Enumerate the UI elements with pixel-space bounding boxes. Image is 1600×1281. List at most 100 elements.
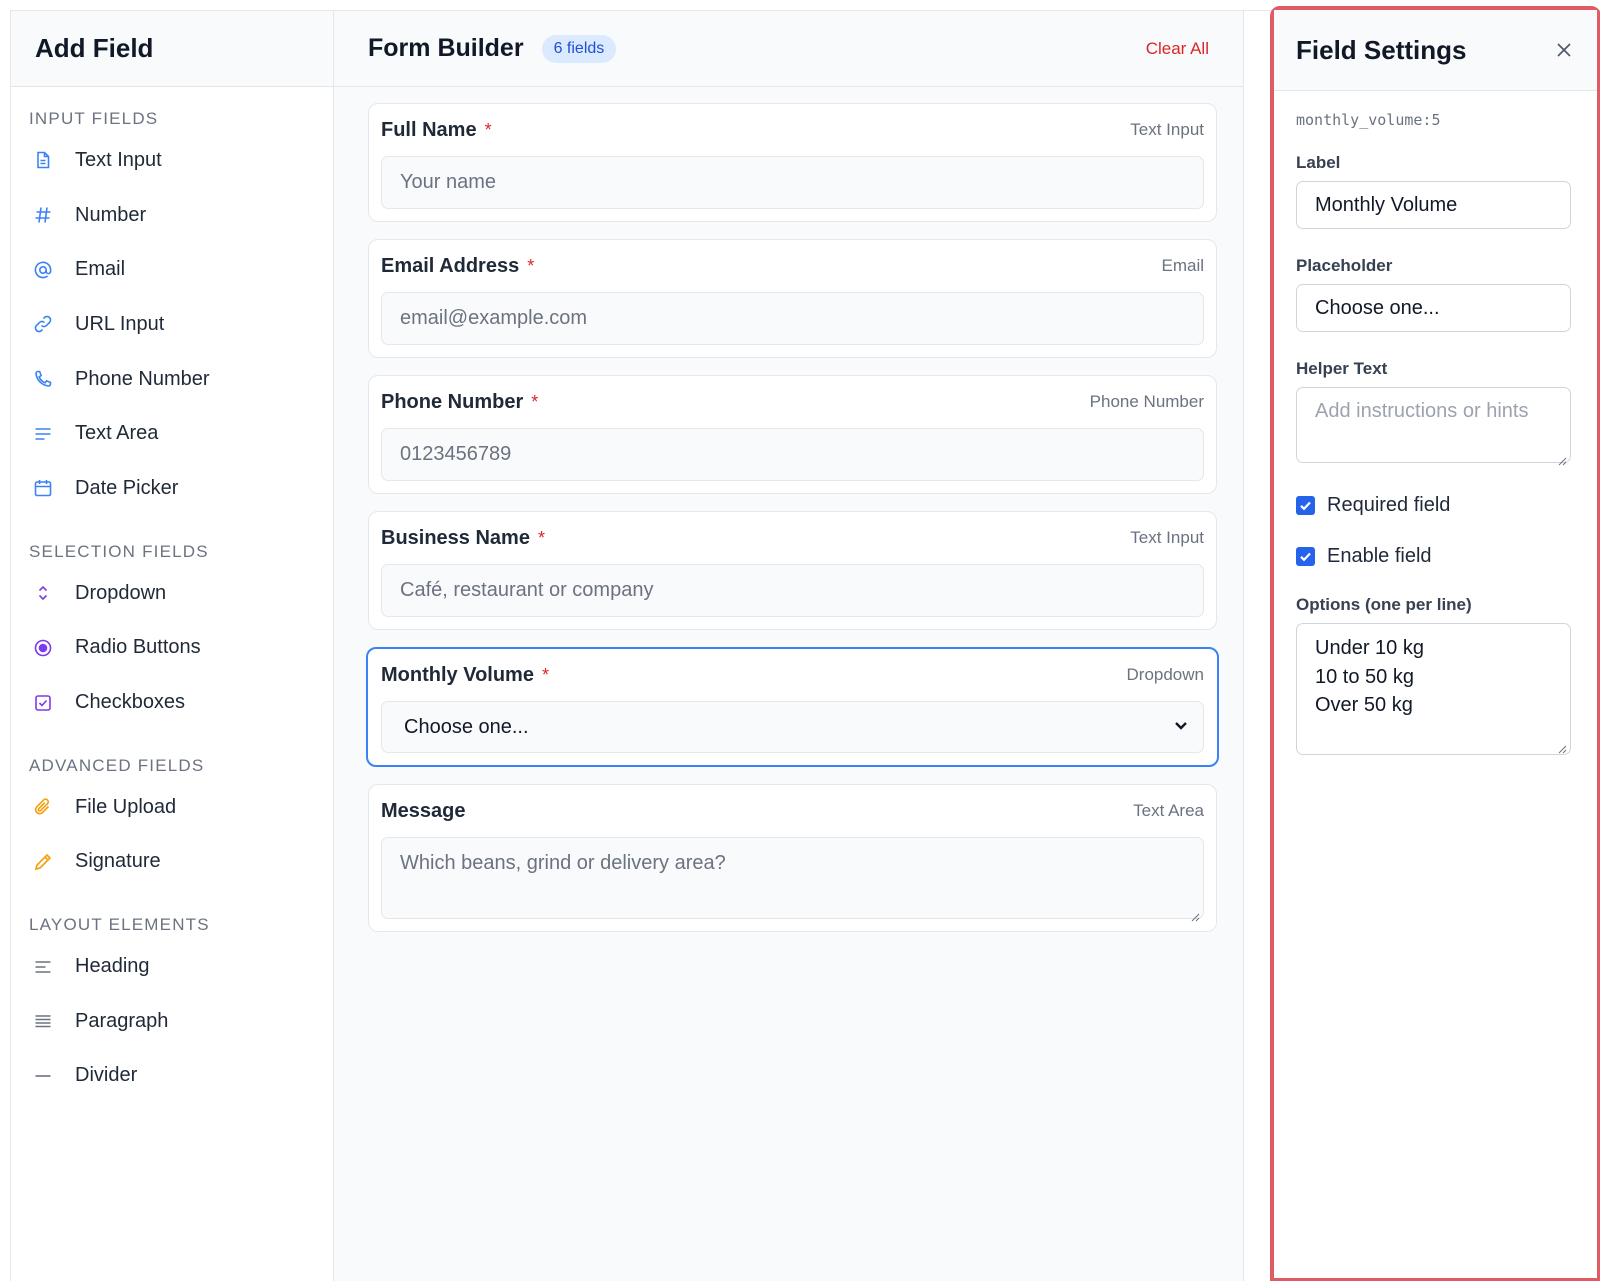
sidebar-item-phone-number[interactable]: Phone Number [11,352,333,407]
sidebar-item-number[interactable]: Number [11,188,333,243]
placeholder-setting-title: Placeholder [1296,256,1393,275]
enable-checkbox[interactable] [1296,546,1315,566]
paperclip-icon [33,797,53,817]
label-setting-title: Label [1296,153,1341,172]
textarea-placeholder: Which beans, grind or delivery area? [400,852,726,874]
section-title-advanced-fields: ADVANCED FIELDS [29,755,205,775]
sidebar-item-label: URL Input [75,312,165,335]
helper-setting-title: Helper Text [1296,359,1388,378]
helper-placeholder: Add instructions or hints [1315,400,1529,422]
enable-checkbox-row[interactable]: Enable field [1296,544,1571,568]
field-label: Message [381,799,466,822]
sidebar-item-email[interactable]: Email [11,242,333,297]
required-marker: * [537,527,545,548]
paragraph-icon [33,1011,53,1031]
sidebar-item-label: Number [75,203,147,226]
sidebar-item-checkboxes[interactable]: Checkboxes [11,675,333,730]
sidebar-item-dropdown[interactable]: Dropdown [11,566,333,621]
form-field-card-monthly-volume[interactable]: Monthly Volume * Dropdown Choose one... [366,647,1219,767]
section-title-selection-fields: SELECTION FIELDS [29,541,209,561]
field-type: Text Area [1133,801,1204,820]
field-preview-input: 0123456789 [381,428,1204,481]
sidebar-item-signature[interactable]: Signature [11,835,333,890]
field-type: Phone Number [1089,392,1204,411]
field-label: Phone Number [381,390,524,413]
option-line: Over 50 kg [1315,694,1413,716]
page-title: Form Builder [368,34,524,62]
divider-icon [33,1066,53,1086]
sidebar-item-label: Radio Buttons [75,636,201,659]
sidebar-item-heading[interactable]: Heading [11,939,333,994]
options-setting-title: Options (one per line) [1296,595,1472,614]
field-preview-input: Your name [381,156,1204,209]
sidebar-title: Add Field [35,33,154,63]
placeholder-input[interactable]: Choose one... [1296,284,1571,332]
phone-icon [33,369,53,389]
field-label: Email Address [381,254,520,277]
field-preview-textarea: Which beans, grind or delivery area? [381,837,1204,922]
settings-header: Field Settings [1274,10,1597,91]
field-type: Text Input [1130,528,1204,547]
builder-header: Form Builder 6 fields Clear All [334,11,1243,87]
pencil-icon [33,852,53,872]
option-line: 10 to 50 kg [1315,665,1414,688]
sidebar-item-radio-buttons[interactable]: Radio Buttons [11,621,333,676]
at-icon [33,260,53,280]
heading-icon [33,957,53,977]
form-field-card-full-name[interactable]: Full Name * Text Input Your name [368,103,1217,222]
sidebar-item-label: Paragraph [75,1009,169,1032]
settings-title: Field Settings [1296,34,1467,65]
sidebar-item-url-input[interactable]: URL Input [11,297,333,352]
label-input[interactable]: Monthly Volume [1296,181,1571,229]
options-textarea[interactable]: Under 10 kg 10 to 50 kg Over 50 kg [1296,623,1571,755]
sidebar-item-paragraph[interactable]: Paragraph [11,994,333,1049]
checkbox-icon [33,693,53,713]
form-field-list: Full Name * Text Input Your name Email Ad… [334,87,1243,949]
field-count-badge: 6 fields [541,34,617,63]
resize-handle-icon[interactable] [1190,905,1200,922]
enable-label: Enable field [1327,544,1432,567]
sidebar-item-label: Email [75,258,126,281]
required-marker: * [484,119,492,140]
required-marker: * [541,664,549,685]
sidebar-item-label: Date Picker [75,476,179,499]
option-line: Under 10 kg [1315,637,1424,659]
form-field-card-business-name[interactable]: Business Name * Text Input Café, restaura… [368,511,1217,630]
document-icon [33,150,53,170]
sidebar-item-label: Divider [75,1064,138,1087]
calendar-icon [33,478,53,498]
field-preview-select[interactable]: Choose one... [381,701,1204,753]
radio-icon [33,638,53,658]
resize-handle-icon[interactable] [1557,741,1567,754]
sidebar-item-label: Phone Number [75,367,210,390]
form-field-card-email-address[interactable]: Email Address * Email email@example.com [368,239,1217,358]
field-id: monthly_volume:5 [1296,111,1441,129]
sidebar-item-divider[interactable]: Divider [11,1049,333,1104]
field-label: Business Name [381,526,530,549]
sidebar-item-date-picker[interactable]: Date Picker [11,461,333,516]
clear-all-button[interactable]: Clear All [1146,39,1209,59]
close-icon[interactable] [1553,39,1575,61]
required-checkbox[interactable] [1296,495,1315,515]
sidebar-item-text-input[interactable]: Text Input [11,133,333,188]
resize-handle-icon[interactable] [1557,449,1567,466]
field-label: Monthly Volume [381,663,534,686]
field-settings-panel: Field Settings monthly_volume:5 Label Mo… [1270,6,1600,1281]
sidebar-item-file-upload[interactable]: File Upload [11,780,333,835]
sidebar-item-label: Checkboxes [75,691,186,714]
sidebar-item-label: Text Area [75,422,159,445]
hash-icon [33,205,53,225]
required-marker: * [531,391,539,412]
form-field-card-phone-number[interactable]: Phone Number * Phone Number 0123456789 [368,375,1217,494]
field-type: Dropdown [1126,665,1205,684]
field-type: Email [1161,256,1204,275]
form-field-card-message[interactable]: Message Text Area Which beans, grind or … [368,784,1217,932]
required-label: Required field [1327,493,1451,516]
field-preview-input: Café, restaurant or company [381,564,1204,617]
required-checkbox-row[interactable]: Required field [1296,493,1571,517]
section-title-input-fields: INPUT FIELDS [29,109,159,128]
helper-text-input[interactable]: Add instructions or hints [1296,387,1571,466]
sidebar-item-label: Dropdown [75,581,167,604]
sidebar-item-text-area[interactable]: Text Area [11,406,333,461]
chevron-updown-icon [33,583,53,603]
